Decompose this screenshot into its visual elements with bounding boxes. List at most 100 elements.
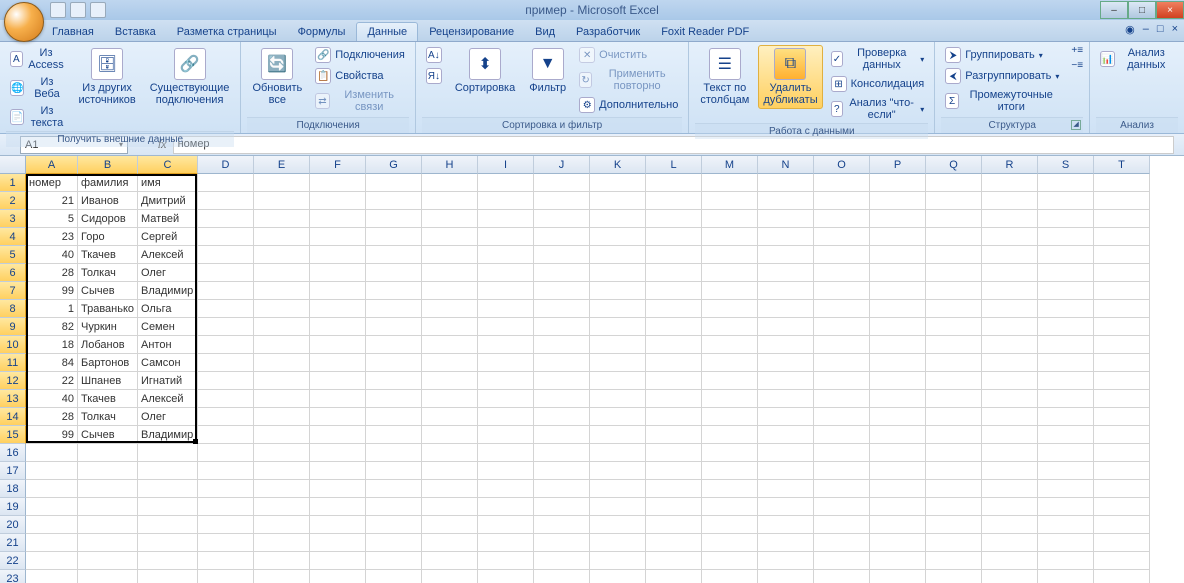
- cell[interactable]: [254, 390, 310, 408]
- row-header[interactable]: 17: [0, 462, 26, 480]
- cell[interactable]: [254, 408, 310, 426]
- cell[interactable]: [478, 498, 534, 516]
- cell[interactable]: [758, 552, 814, 570]
- cell[interactable]: [366, 354, 422, 372]
- cell[interactable]: [366, 210, 422, 228]
- cell[interactable]: [254, 426, 310, 444]
- cell[interactable]: [26, 444, 78, 462]
- cell[interactable]: [870, 336, 926, 354]
- cell[interactable]: [26, 534, 78, 552]
- cell[interactable]: 40: [26, 390, 78, 408]
- cell[interactable]: [1094, 336, 1150, 354]
- cell[interactable]: Толкач: [78, 264, 138, 282]
- cell[interactable]: 28: [26, 408, 78, 426]
- cell[interactable]: [982, 534, 1038, 552]
- column-header[interactable]: K: [590, 156, 646, 174]
- column-header[interactable]: E: [254, 156, 310, 174]
- cell[interactable]: [310, 462, 366, 480]
- cell[interactable]: [926, 282, 982, 300]
- cell[interactable]: [870, 480, 926, 498]
- row-header[interactable]: 18: [0, 480, 26, 498]
- dialog-launcher-icon[interactable]: ◢: [1071, 120, 1081, 130]
- cell[interactable]: [366, 390, 422, 408]
- cell[interactable]: [1094, 462, 1150, 480]
- cell[interactable]: [1094, 300, 1150, 318]
- cell[interactable]: 99: [26, 282, 78, 300]
- cell[interactable]: Алексей: [138, 246, 198, 264]
- cell[interactable]: [702, 246, 758, 264]
- column-header[interactable]: O: [814, 156, 870, 174]
- cell[interactable]: 40: [26, 246, 78, 264]
- cell[interactable]: 21: [26, 192, 78, 210]
- cell[interactable]: имя: [138, 174, 198, 192]
- cell[interactable]: [478, 228, 534, 246]
- cell[interactable]: [198, 444, 254, 462]
- cell[interactable]: [646, 174, 702, 192]
- cell[interactable]: номер: [26, 174, 78, 192]
- cell[interactable]: [534, 444, 590, 462]
- cell[interactable]: [366, 336, 422, 354]
- cell[interactable]: [590, 516, 646, 534]
- cell[interactable]: [534, 426, 590, 444]
- cell[interactable]: [138, 552, 198, 570]
- cell[interactable]: [1038, 318, 1094, 336]
- cell[interactable]: [758, 480, 814, 498]
- cell[interactable]: [982, 408, 1038, 426]
- cell[interactable]: [814, 210, 870, 228]
- cell[interactable]: [534, 462, 590, 480]
- sort-za-button[interactable]: Я↓: [422, 66, 446, 86]
- column-header[interactable]: S: [1038, 156, 1094, 174]
- cell[interactable]: [422, 228, 478, 246]
- cell[interactable]: [534, 534, 590, 552]
- cell[interactable]: [646, 300, 702, 318]
- cell[interactable]: [310, 354, 366, 372]
- cell[interactable]: [1038, 264, 1094, 282]
- cell[interactable]: [254, 318, 310, 336]
- cell-grid[interactable]: номерфамилияимя21ИвановДмитрий5СидоровМа…: [26, 174, 1184, 583]
- cell[interactable]: [534, 336, 590, 354]
- cell[interactable]: [814, 246, 870, 264]
- cell[interactable]: [926, 246, 982, 264]
- cell[interactable]: 28: [26, 264, 78, 282]
- cell[interactable]: [926, 300, 982, 318]
- cell[interactable]: [478, 354, 534, 372]
- cell[interactable]: [1038, 444, 1094, 462]
- cell[interactable]: Ольга: [138, 300, 198, 318]
- cell[interactable]: [366, 408, 422, 426]
- cell[interactable]: [590, 552, 646, 570]
- cell[interactable]: [254, 336, 310, 354]
- cell[interactable]: [702, 228, 758, 246]
- cell[interactable]: [422, 426, 478, 444]
- row-header[interactable]: 7: [0, 282, 26, 300]
- cell[interactable]: [1094, 426, 1150, 444]
- cell[interactable]: 5: [26, 210, 78, 228]
- cell[interactable]: [758, 282, 814, 300]
- cell[interactable]: [982, 480, 1038, 498]
- cell[interactable]: [646, 246, 702, 264]
- cell[interactable]: [26, 552, 78, 570]
- column-header[interactable]: Q: [926, 156, 982, 174]
- ribbon-tab-foxit-reader-pdf[interactable]: Foxit Reader PDF: [651, 23, 759, 41]
- column-header[interactable]: F: [310, 156, 366, 174]
- cell[interactable]: [590, 408, 646, 426]
- refresh-all-button[interactable]: 🔄Обновить все: [247, 45, 307, 109]
- cell[interactable]: [254, 174, 310, 192]
- cell[interactable]: [702, 516, 758, 534]
- cell[interactable]: [646, 480, 702, 498]
- cell[interactable]: [198, 426, 254, 444]
- cell[interactable]: [310, 318, 366, 336]
- cell[interactable]: [814, 498, 870, 516]
- cell[interactable]: [590, 210, 646, 228]
- cell[interactable]: [982, 462, 1038, 480]
- cell[interactable]: [590, 174, 646, 192]
- cell[interactable]: [982, 444, 1038, 462]
- ribbon-tab-разметка-страницы[interactable]: Разметка страницы: [167, 23, 287, 41]
- cell[interactable]: [758, 390, 814, 408]
- cell[interactable]: [534, 174, 590, 192]
- cell[interactable]: [138, 534, 198, 552]
- cell[interactable]: [702, 462, 758, 480]
- column-header[interactable]: A: [26, 156, 78, 174]
- cell[interactable]: [310, 570, 366, 583]
- cell[interactable]: [78, 534, 138, 552]
- cell[interactable]: [366, 318, 422, 336]
